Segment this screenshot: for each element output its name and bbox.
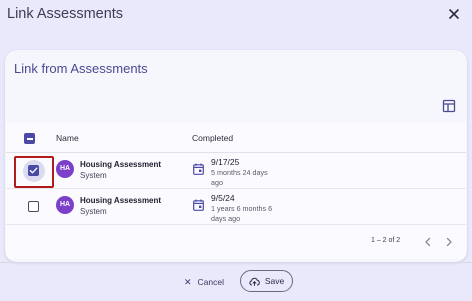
table-row[interactable]: HA Housing Assessment System 9/5/24 1 ye… [6,189,466,225]
columns-icon [442,99,456,113]
completed-ago: 5 months 24 days ago [211,168,268,187]
selection-highlight [14,156,54,188]
columns-button[interactable] [441,98,457,114]
select-all-checkbox[interactable] [24,133,35,144]
assessments-table: Name Completed HA Housing Assessment Sys… [6,123,466,259]
avatar: HA [56,160,74,178]
save-button[interactable]: Save [240,270,293,292]
chevron-left-icon [425,237,431,247]
table-header: Name Completed [6,123,466,153]
cancel-button[interactable]: ✕ Cancel [184,275,224,289]
close-button[interactable] [446,6,462,22]
chevron-right-icon [446,237,452,247]
avatar: HA [56,196,74,214]
calendar-icon [193,163,204,175]
table-footer: 1 – 2 of 2 [6,225,466,259]
completed-ago: 1 years 6 months 6 days ago [211,204,273,223]
dialog-header: Link Assessments [0,0,472,30]
close-icon: ✕ [184,276,192,287]
column-completed-header: Completed [192,133,234,143]
pagination-range: 1 – 2 of 2 [371,237,401,244]
column-name-header: Name [56,133,79,143]
dialog-actions: ✕ Cancel Save [0,262,472,301]
assessment-source: System [80,207,107,216]
prev-page-button[interactable] [423,235,433,247]
save-label: Save [264,276,285,286]
table-row[interactable]: HA Housing Assessment System 9/17/25 5 m… [6,153,466,189]
assessment-name: Housing Assessment [80,196,162,205]
cancel-label: Cancel [197,277,225,287]
calendar-icon [193,199,204,211]
row-checkbox[interactable] [28,201,39,212]
completed-date: 9/5/24 [211,193,235,203]
close-icon [449,9,459,19]
assessments-card: Link from Assessments Name Completed HA … [5,50,467,262]
completed-date: 9/17/25 [211,157,240,167]
assessment-name: Housing Assessment [80,160,162,169]
card-title: Link from Assessments [14,61,148,76]
cloud-upload-icon [249,277,260,286]
assessment-source: System [80,171,107,180]
next-page-button[interactable] [444,235,454,247]
dialog-title: Link Assessments [7,6,124,22]
